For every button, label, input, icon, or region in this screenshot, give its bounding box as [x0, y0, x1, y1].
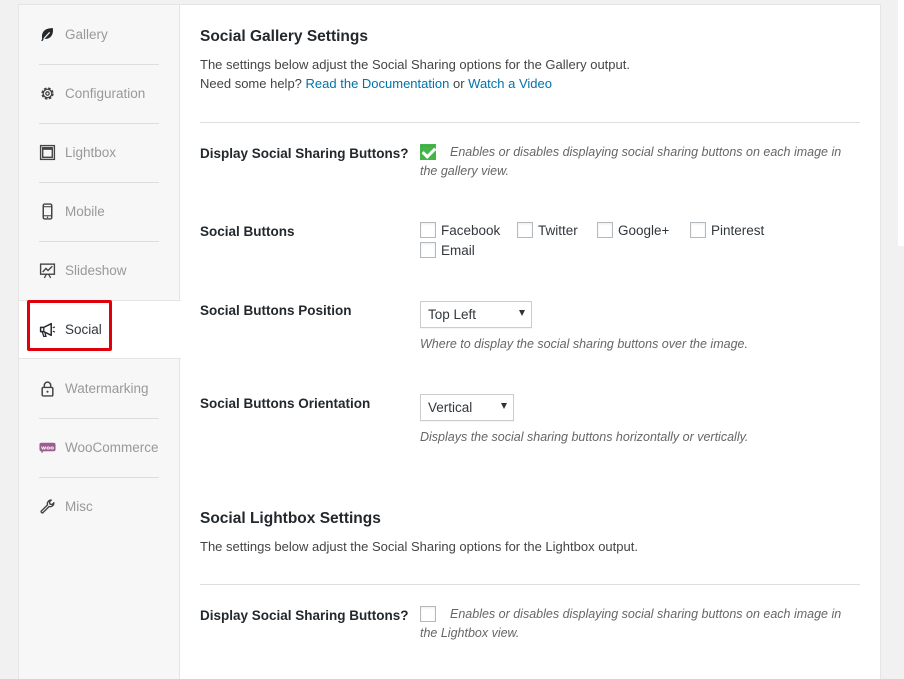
facebook-option[interactable]: Facebook	[420, 222, 500, 238]
settings-content: Social Gallery Settings The settings bel…	[200, 5, 880, 679]
social-buttons-label: Social Buttons	[200, 224, 295, 239]
email-option[interactable]: Email	[420, 242, 475, 258]
sidebar-item-lightbox[interactable]: Lightbox	[19, 123, 180, 182]
section-title-lightbox: Social Lightbox Settings	[200, 510, 381, 527]
section-description-gallery: The settings below adjust the Social Sha…	[200, 55, 630, 93]
help-prefix: Need some help?	[200, 76, 302, 91]
email-label: Email	[441, 242, 475, 258]
email-checkbox[interactable]	[420, 242, 436, 258]
sidebar-item-label: Mobile	[65, 204, 105, 219]
slideshow-icon	[38, 262, 56, 280]
divider	[200, 584, 860, 585]
pinterest-checkbox[interactable]	[690, 222, 706, 238]
social-orientation-select[interactable]: Vertical	[420, 394, 514, 421]
facebook-checkbox[interactable]	[420, 222, 436, 238]
display-social-help: Enables or disables displaying social sh…	[420, 145, 842, 178]
help-line: Need some help? Read the Documentation o…	[200, 74, 630, 93]
section-description-lightbox: The settings below adjust the Social Sha…	[200, 539, 638, 554]
social-position-label: Social Buttons Position	[200, 303, 352, 318]
sidebar-item-slideshow[interactable]: Slideshow	[19, 241, 180, 300]
divider	[200, 122, 860, 123]
chevron-down-icon	[501, 403, 507, 409]
page-edge	[898, 0, 904, 246]
description-text: The settings below adjust the Social Sha…	[200, 57, 630, 72]
settings-sidebar: Gallery Configuration Lightbox Mobile Sl…	[19, 5, 181, 679]
twitter-label: Twitter	[538, 222, 578, 238]
pinterest-label: Pinterest	[711, 222, 765, 238]
sidebar-item-label: Watermarking	[65, 381, 149, 396]
select-value: Top Left	[428, 307, 477, 322]
googleplus-checkbox[interactable]	[597, 222, 613, 238]
facebook-label: Facebook	[441, 222, 501, 238]
display-social-label: Display Social Sharing Buttons?	[200, 146, 409, 161]
chevron-down-icon	[519, 310, 525, 316]
sidebar-item-gallery[interactable]: Gallery	[19, 5, 180, 64]
lightbox-icon	[38, 144, 56, 162]
select-value: Vertical	[428, 400, 473, 415]
googleplus-option[interactable]: Google+	[597, 222, 669, 238]
sidebar-item-label: Slideshow	[65, 263, 127, 278]
mobile-icon	[38, 203, 56, 221]
woocommerce-icon: woo	[38, 439, 56, 457]
active-tab-highlight	[27, 300, 112, 351]
or-text: or	[452, 76, 465, 91]
leaf-icon	[38, 26, 56, 44]
sidebar-item-woocommerce[interactable]: woo WooCommerce	[19, 418, 180, 477]
video-link[interactable]: Watch a Video	[468, 76, 552, 91]
sidebar-item-label: Configuration	[65, 86, 146, 101]
social-orientation-label: Social Buttons Orientation	[200, 396, 371, 411]
twitter-option[interactable]: Twitter	[517, 222, 578, 238]
twitter-checkbox[interactable]	[517, 222, 533, 238]
googleplus-label: Google+	[618, 222, 670, 238]
social-orientation-help: Displays the social sharing buttons hori…	[420, 430, 749, 444]
gear-icon	[38, 85, 56, 103]
sidebar-item-label: Gallery	[65, 27, 108, 42]
svg-text:woo: woo	[41, 445, 54, 451]
section-title-gallery: Social Gallery Settings	[200, 28, 368, 45]
social-position-select[interactable]: Top Left	[420, 301, 532, 328]
settings-panel: Gallery Configuration Lightbox Mobile Sl…	[18, 4, 881, 679]
pinterest-option[interactable]: Pinterest	[690, 222, 764, 238]
social-position-help: Where to display the social sharing butt…	[420, 337, 748, 351]
lightbox-display-social-label: Display Social Sharing Buttons?	[200, 608, 409, 623]
lock-icon	[38, 380, 56, 398]
sidebar-item-configuration[interactable]: Configuration	[19, 64, 180, 123]
wrench-icon	[38, 498, 56, 516]
documentation-link[interactable]: Read the Documentation	[306, 76, 450, 91]
sidebar-item-label: Misc	[65, 499, 93, 514]
sidebar-item-label: WooCommerce	[65, 440, 159, 455]
sidebar-item-label: Lightbox	[65, 145, 117, 160]
sidebar-item-misc[interactable]: Misc	[19, 477, 180, 536]
lightbox-display-social-help: Enables or disables displaying social sh…	[420, 607, 842, 640]
sidebar-item-watermarking[interactable]: Watermarking	[19, 359, 180, 418]
sidebar-item-mobile[interactable]: Mobile	[19, 182, 180, 241]
